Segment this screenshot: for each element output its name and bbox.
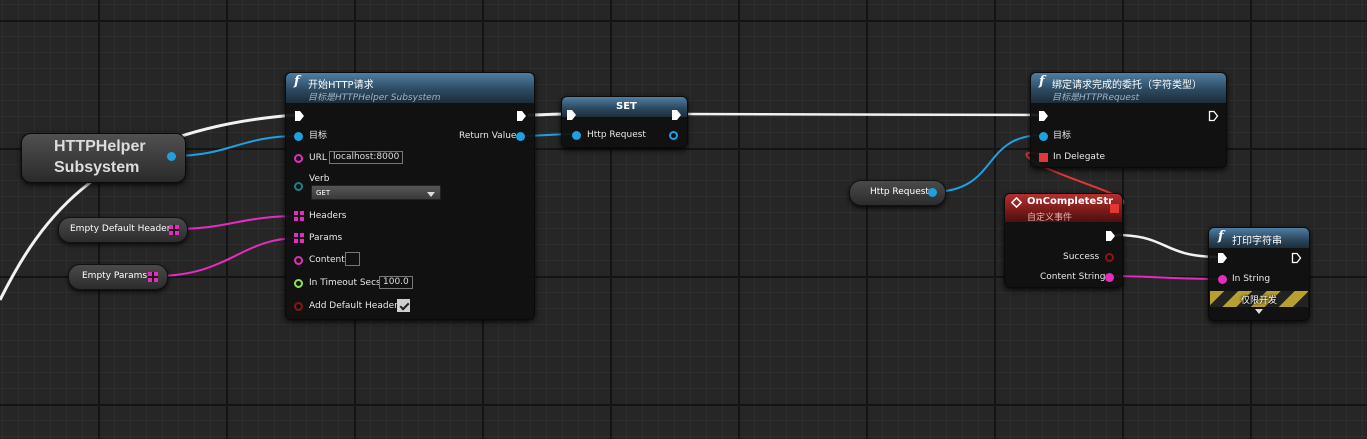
add-default-headers-input-pin[interactable] [294, 302, 303, 311]
node-subtitle: 自定义事件 [1027, 213, 1073, 223]
node-header: f 开始HTTP请求 目标是HTTPHelper Subsystem [286, 73, 534, 103]
content-string-output-pin[interactable] [1105, 273, 1114, 282]
exec-input-pin[interactable] [1217, 252, 1228, 264]
variable-label: HTTPHelper Subsystem [54, 138, 146, 176]
url-label: URL [309, 153, 327, 163]
target-label: 目标 [1053, 131, 1072, 141]
expand-arrow-icon[interactable] [1255, 309, 1263, 314]
node-header: SET [562, 97, 687, 117]
delegate-output-pin[interactable] [1110, 204, 1119, 213]
bind-request-complete-delegate-node[interactable]: f 绑定请求完成的委托（字符类型） 目标是HTTPRequest 目标 In D… [1030, 72, 1227, 168]
success-label: Success [1063, 252, 1100, 262]
node-title: 开始HTTP请求 [308, 80, 374, 91]
array-output-pin[interactable] [169, 225, 179, 235]
target-input-pin[interactable] [294, 132, 303, 141]
exec-wire-set-to-bind [680, 112, 1044, 117]
node-title: OnCompleteStr [1027, 196, 1114, 207]
empty-default-headers-variable[interactable]: Empty Default Headers [58, 217, 188, 243]
object-output-pin[interactable] [928, 188, 937, 197]
verb-select[interactable]: GET [311, 185, 441, 200]
exec-input-pin[interactable] [294, 110, 305, 122]
success-output-pin[interactable] [1105, 253, 1114, 262]
variable-label: Http Request [870, 187, 929, 197]
string-wire-content-to-print [1105, 275, 1222, 280]
verb-label: Verb [309, 174, 330, 184]
exec-input-pin[interactable] [566, 109, 577, 121]
function-f-icon: f [1039, 74, 1045, 89]
on-complete-str-event-node[interactable]: OnCompleteStr 自定义事件 Success Content Stri… [1004, 193, 1123, 288]
object-output-pin[interactable] [167, 152, 176, 161]
http-request-label: Http Request [587, 130, 646, 140]
empty-params-variable[interactable]: Empty Params [68, 264, 168, 290]
params-input-pin[interactable] [294, 233, 304, 243]
start-http-request-node[interactable]: f 开始HTTP请求 目标是HTTPHelper Subsystem 目标 Re… [285, 72, 535, 320]
http-request-variable[interactable]: Http Request [849, 180, 946, 206]
function-f-icon: f [294, 74, 300, 89]
node-title: 绑定请求完成的委托（字符类型） [1052, 80, 1202, 91]
print-string-node[interactable]: f 打印字符串 In String 仅限开发 [1208, 227, 1310, 321]
content-label: Content [309, 255, 345, 265]
timeout-input-pin[interactable] [294, 279, 303, 288]
object-wire-var-to-bind-target [930, 134, 1044, 193]
content-input-pin[interactable] [294, 256, 303, 265]
content-string-label: Content String [1040, 272, 1106, 282]
exec-output-pin[interactable] [1105, 230, 1116, 242]
in-string-label: In String [1232, 274, 1271, 284]
node-subtitle: 目标是HTTPRequest [1052, 93, 1140, 103]
headers-label: Headers [309, 211, 347, 221]
node-subtitle: 目标是HTTPHelper Subsystem [308, 93, 441, 103]
url-input-pin[interactable] [294, 154, 303, 163]
object-wire-subsystem-to-target [171, 135, 299, 157]
return-value-label: Return Value [459, 131, 517, 141]
return-value-output-pin[interactable] [516, 132, 525, 141]
content-input[interactable] [345, 252, 360, 266]
event-diamond-icon [1011, 197, 1022, 208]
params-label: Params [309, 233, 343, 243]
verb-input-pin[interactable] [294, 182, 303, 191]
node-header: f 打印字符串 [1209, 228, 1309, 248]
url-input[interactable]: localhost:8000 [329, 151, 404, 164]
development-only-label: 仅限开发 [1240, 296, 1277, 306]
add-default-headers-checkbox[interactable] [397, 299, 410, 312]
exec-output-pin[interactable] [516, 110, 527, 122]
variable-label: Empty Default Headers [70, 224, 176, 234]
node-title: SET [616, 101, 637, 112]
variable-label: Empty Params [82, 271, 148, 281]
node-header: f 绑定请求完成的委托（字符类型） 目标是HTTPRequest [1031, 73, 1226, 103]
http-request-output-pin[interactable] [669, 131, 678, 140]
wire-layer [0, 112, 1222, 301]
array-wire-headers [173, 215, 300, 230]
target-input-pin[interactable] [1039, 132, 1048, 141]
delegate-input-pin[interactable] [1039, 153, 1048, 162]
exec-wire-event-to-print [1114, 233, 1222, 259]
add-default-headers-label: Add Default Headers [309, 301, 403, 311]
exec-output-pin[interactable] [1208, 110, 1219, 122]
target-label: 目标 [309, 131, 328, 141]
development-only-banner: 仅限开发 [1210, 291, 1308, 307]
exec-input-pin[interactable] [1038, 110, 1049, 122]
delegate-label: In Delegate [1053, 152, 1106, 162]
timeout-label: In Timeout Secs [309, 278, 381, 288]
httphelper-subsystem-variable[interactable]: HTTPHelper Subsystem [21, 133, 186, 183]
in-string-input-pin[interactable] [1218, 275, 1227, 284]
function-f-icon: f [1218, 229, 1224, 244]
array-wire-params [154, 237, 300, 277]
node-title: 打印字符串 [1232, 236, 1282, 247]
exec-output-pin[interactable] [1291, 252, 1302, 264]
chevron-down-icon [427, 192, 435, 197]
http-request-input-pin[interactable] [572, 131, 581, 140]
exec-output-pin[interactable] [671, 109, 682, 121]
node-header: OnCompleteStr 自定义事件 [1005, 194, 1122, 223]
headers-input-pin[interactable] [294, 211, 304, 221]
verb-selected-value: GET [316, 189, 331, 197]
timeout-input[interactable]: 100.0 [379, 276, 413, 289]
set-node[interactable]: SET Http Request [561, 96, 688, 148]
array-output-pin[interactable] [148, 272, 158, 282]
